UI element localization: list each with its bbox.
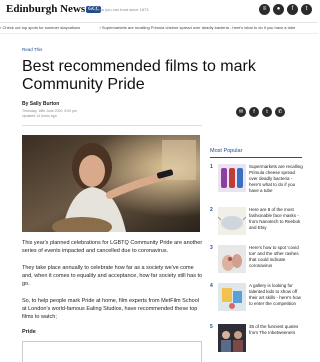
top-bar: Edinburgh News GCC News you can trust sin… <box>0 0 318 23</box>
item-thumbnail <box>218 164 246 192</box>
paragraph: This year's planned celebrations for LGB… <box>22 240 203 254</box>
item-headline: Supermarkets are recalling Primula chees… <box>249 164 303 193</box>
section-label[interactable]: Read This <box>22 47 42 52</box>
header-icons: ≡ ● f t <box>259 4 312 15</box>
twitter-icon[interactable]: t <box>262 107 272 117</box>
item-headline: Here's how to spot 'covid toe' and the o… <box>249 245 299 268</box>
most-popular-title: Most Popular <box>210 148 243 154</box>
item-headline: 35 of the funniest quotes from The Inbet… <box>249 324 299 335</box>
paragraph: So, to help people mark Pride at home, f… <box>22 298 199 320</box>
byline-prefix: By <box>22 101 29 107</box>
item-thumbnail <box>218 245 246 273</box>
item-number: 2 <box>210 207 213 213</box>
hero-image <box>22 135 200 232</box>
most-popular-item[interactable]: 1 Supermarkets are recalling Primula che… <box>210 164 305 198</box>
hero-photo <box>22 135 200 232</box>
item-number: 5 <box>210 324 213 330</box>
most-popular-underline <box>210 157 302 158</box>
cheese-spread-thumbnail <box>218 164 246 192</box>
kids-art-thumbnail <box>218 283 246 311</box>
share-buttons: ✉ f t ✆ <box>236 107 285 117</box>
ticker-text: Supermarkets are recalling Primula chees… <box>101 25 296 30</box>
item-headline: A gallery is looking for talented kids t… <box>249 283 301 306</box>
ticker-item[interactable]: › Supermarkets are recalling Primula che… <box>99 25 295 30</box>
item-number: 3 <box>210 245 213 251</box>
site-logo[interactable]: Edinburgh News GCC <box>6 3 102 15</box>
most-popular-item[interactable]: 2 Here are 8 of the most fashionable fac… <box>210 207 305 241</box>
item-headline: Here are 8 of the most fashionable face … <box>249 207 301 230</box>
item-number: 4 <box>210 283 213 289</box>
article-headline: Best recommended films to mark Community… <box>22 58 256 93</box>
whatsapp-icon[interactable]: ✆ <box>275 107 285 117</box>
author-name[interactable]: Sally Burton <box>30 101 59 107</box>
email-icon[interactable]: ✉ <box>236 107 246 117</box>
most-popular-item[interactable]: 5 35 of the funniest quotes from The Inb… <box>210 324 305 358</box>
ticker-item[interactable]: › Check out top spots for summer staycat… <box>0 25 80 30</box>
item-thumbnail <box>218 283 246 311</box>
embedded-media[interactable] <box>22 341 202 362</box>
publish-date: Thursday, 18th June 2020, 5:00 pm <box>22 109 77 113</box>
updated-date: Updated 14 hours ago <box>22 114 57 118</box>
divider <box>22 125 202 126</box>
facebook-icon[interactable]: f <box>249 107 259 117</box>
paragraph: They take place annually to celebrate ho… <box>22 265 203 287</box>
user-icon[interactable]: ● <box>273 4 284 15</box>
most-popular-item[interactable]: 4 A gallery is looking for talented kids… <box>210 283 305 317</box>
byline: By Sally Burton <box>22 101 59 107</box>
item-thumbnail <box>218 207 246 235</box>
item-number: 1 <box>210 164 213 170</box>
face-mask-thumbnail <box>218 207 246 235</box>
film-title: Pride <box>22 329 36 335</box>
most-popular-item[interactable]: 3 Here's how to spot 'covid toe' and the… <box>210 245 305 279</box>
ticker-text: Check out top spots for summer staycatio… <box>2 25 81 30</box>
news-ticker: › Check out top spots for summer staycat… <box>0 23 318 34</box>
item-thumbnail <box>218 324 246 352</box>
facebook-icon[interactable]: f <box>287 4 298 15</box>
twitter-icon[interactable]: t <box>301 4 312 15</box>
tagline: News you can trust since 1873 <box>94 7 149 12</box>
toe-rash-thumbnail <box>218 245 246 273</box>
inbetweeners-thumbnail <box>218 324 246 352</box>
ticker-arrow-icon: › <box>99 25 101 30</box>
logo-text: Edinburgh News <box>6 3 86 15</box>
menu-icon[interactable]: ≡ <box>259 4 270 15</box>
